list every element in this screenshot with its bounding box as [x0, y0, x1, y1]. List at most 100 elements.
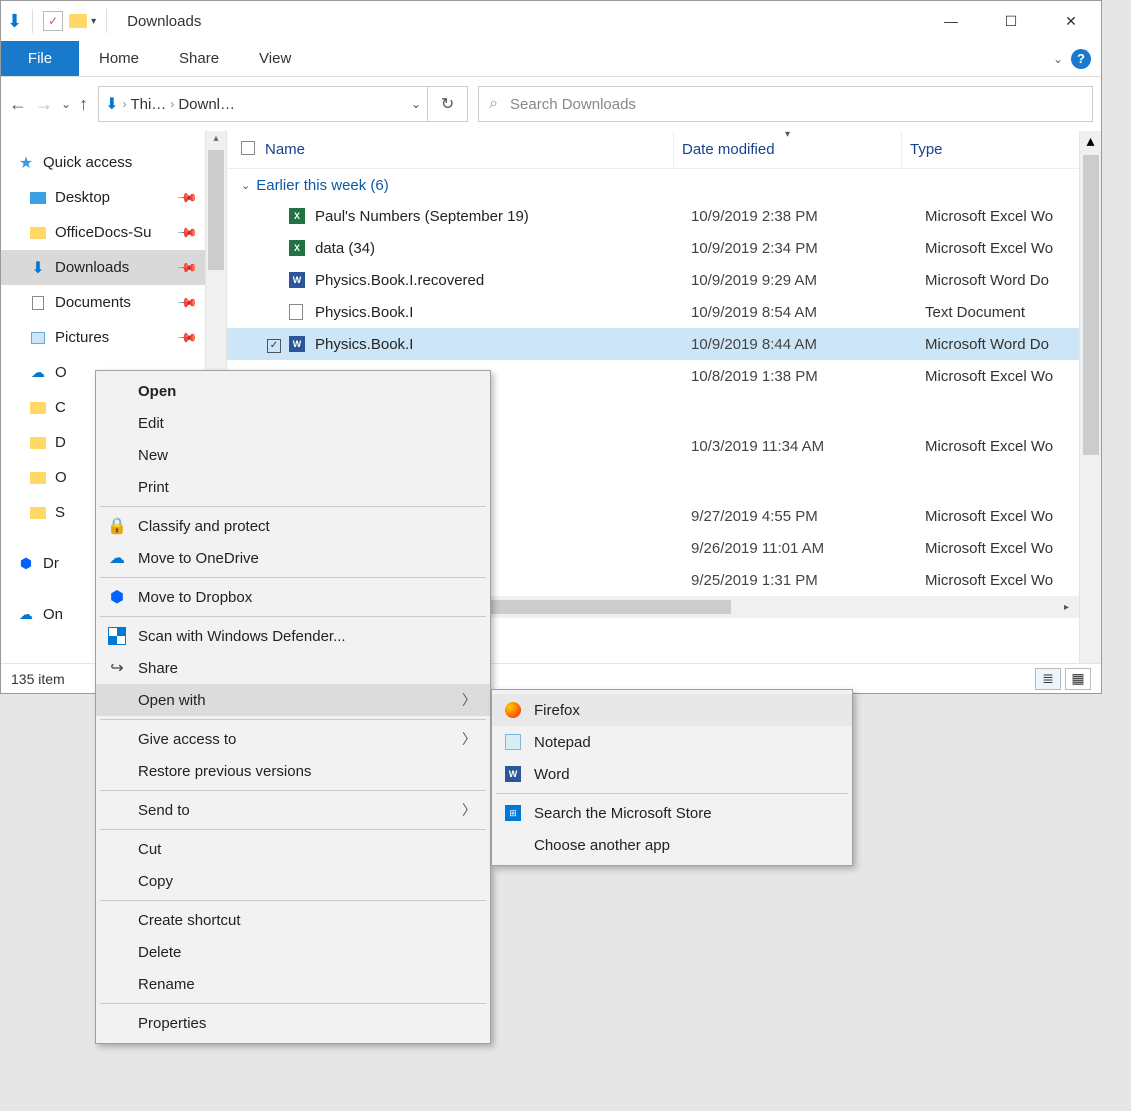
file-type: Microsoft Excel Wo: [925, 368, 1079, 385]
file-type: Microsoft Word Do: [925, 272, 1079, 289]
ctx-restore[interactable]: Restore previous versions: [96, 755, 490, 787]
file-name: Physics.Book.I: [315, 304, 691, 321]
chevron-right-icon[interactable]: ›: [170, 97, 174, 111]
file-type: Text Document: [925, 304, 1079, 321]
sidebar-desktop[interactable]: Desktop📌: [1, 180, 205, 215]
address-bar[interactable]: ⬇ › Thi… › Downl… ⌄: [98, 86, 428, 122]
word-icon: W: [502, 766, 524, 782]
file-row[interactable]: Xdata (34)10/9/2019 2:34 PMMicrosoft Exc…: [227, 232, 1079, 264]
ctx-edit[interactable]: Edit: [96, 407, 490, 439]
sidebar-documents[interactable]: Documents📌: [1, 285, 205, 320]
breadcrumb-pc[interactable]: Thi…: [130, 96, 166, 113]
ctx-rename[interactable]: Rename: [96, 968, 490, 1000]
thumbnails-view-button[interactable]: ▦: [1065, 668, 1091, 690]
downloads-arrow-icon: ⬇: [105, 94, 118, 114]
ctx-give-access[interactable]: Give access to〉: [96, 723, 490, 755]
ctx-open-with[interactable]: Open with〉: [96, 684, 490, 716]
file-list-scrollbar[interactable]: ▴: [1079, 131, 1101, 663]
home-tab[interactable]: Home: [79, 41, 159, 76]
minimize-button[interactable]: —: [921, 1, 981, 41]
ctx-send-to[interactable]: Send to〉: [96, 794, 490, 826]
ribbon: File Home Share View ⌄ ?: [1, 41, 1101, 77]
file-row[interactable]: WPhysics.Book.I.recovered10/9/2019 9:29 …: [227, 264, 1079, 296]
row-checkbox[interactable]: ✓: [267, 339, 281, 353]
file-row[interactable]: ✓WPhysics.Book.I10/9/2019 8:44 AMMicroso…: [227, 328, 1079, 360]
file-type: Microsoft Excel Wo: [925, 540, 1079, 557]
sidebar-downloads[interactable]: ⬇Downloads📌: [1, 250, 205, 285]
history-dropdown-icon[interactable]: ⌄: [61, 97, 71, 111]
properties-icon[interactable]: ✓: [43, 11, 63, 31]
ctx-new[interactable]: New: [96, 439, 490, 471]
file-type: Microsoft Excel Wo: [925, 508, 1079, 525]
ribbon-collapse-icon[interactable]: ⌄: [1053, 52, 1063, 66]
openwith-firefox[interactable]: Firefox: [492, 694, 852, 726]
close-button[interactable]: ✕: [1041, 1, 1101, 41]
search-placeholder: Search Downloads: [510, 96, 636, 113]
chevron-right-icon[interactable]: ›: [122, 97, 126, 111]
group-header[interactable]: ⌄ Earlier this week (6): [227, 169, 1079, 200]
firefox-icon: [502, 702, 524, 718]
sidebar-quick-access[interactable]: ★Quick access: [1, 145, 205, 180]
item-count: 135 item: [11, 671, 65, 687]
sidebar-pictures[interactable]: Pictures📌: [1, 320, 205, 355]
search-input[interactable]: ⌕ Search Downloads: [478, 86, 1093, 122]
onedrive-icon: ☁: [106, 548, 128, 568]
ctx-defender[interactable]: Scan with Windows Defender...: [96, 620, 490, 652]
notepad-icon: [502, 734, 524, 750]
ctx-classify[interactable]: 🔒Classify and protect: [96, 510, 490, 542]
ctx-onedrive[interactable]: ☁Move to OneDrive: [96, 542, 490, 574]
share-tab[interactable]: Share: [159, 41, 239, 76]
column-name[interactable]: Name: [265, 141, 673, 158]
pin-icon: 📌: [176, 291, 199, 314]
search-icon: ⌕: [489, 95, 498, 113]
ctx-properties[interactable]: Properties: [96, 1007, 490, 1039]
ctx-copy[interactable]: Copy: [96, 865, 490, 897]
folder-icon: [69, 14, 87, 28]
file-tab[interactable]: File: [1, 41, 79, 76]
openwith-word[interactable]: WWord: [492, 758, 852, 790]
file-name: Physics.Book.I: [315, 336, 691, 353]
file-name: Paul's Numbers (September 19): [315, 208, 691, 225]
titlebar: ⬇ ✓ ▾ Downloads — ☐ ✕: [1, 1, 1101, 41]
file-type: Microsoft Excel Wo: [925, 208, 1079, 225]
ctx-open[interactable]: Open: [96, 375, 490, 407]
ctx-print[interactable]: Print: [96, 471, 490, 503]
down-arrow-icon[interactable]: ⬇: [7, 11, 22, 32]
address-dropdown-icon[interactable]: ⌄: [411, 97, 421, 111]
column-type[interactable]: Type: [901, 131, 1079, 168]
qat-dropdown-icon[interactable]: ▾: [91, 16, 96, 27]
details-view-button[interactable]: ≣: [1035, 668, 1061, 690]
openwith-notepad[interactable]: Notepad: [492, 726, 852, 758]
dropbox-icon: ⬢: [106, 587, 128, 607]
sidebar-officedocs[interactable]: OfficeDocs-Su📌: [1, 215, 205, 250]
file-type: Microsoft Excel Wo: [925, 572, 1079, 589]
help-icon[interactable]: ?: [1071, 49, 1091, 69]
column-date[interactable]: ▾Date modified: [673, 131, 901, 168]
ctx-share[interactable]: ↪Share: [96, 652, 490, 684]
defender-icon: [106, 627, 128, 645]
view-tab[interactable]: View: [239, 41, 311, 76]
file-date: 9/27/2019 4:55 PM: [691, 508, 925, 525]
file-date: 10/9/2019 8:44 AM: [691, 336, 925, 353]
up-button[interactable]: ↑: [79, 94, 88, 115]
maximize-button[interactable]: ☐: [981, 1, 1041, 41]
openwith-choose[interactable]: Choose another app: [492, 829, 852, 861]
back-button[interactable]: ←: [9, 94, 27, 115]
submenu-arrow-icon: 〉: [462, 690, 476, 710]
breadcrumb-folder[interactable]: Downl…: [178, 96, 235, 113]
file-row[interactable]: XPaul's Numbers (September 19)10/9/2019 …: [227, 200, 1079, 232]
select-all-checkbox[interactable]: [241, 141, 255, 155]
lock-icon: 🔒: [106, 516, 128, 536]
share-icon: ↪: [106, 658, 128, 678]
pin-icon: 📌: [176, 186, 199, 209]
file-type: Microsoft Excel Wo: [925, 240, 1079, 257]
ctx-cut[interactable]: Cut: [96, 833, 490, 865]
ctx-dropbox[interactable]: ⬢Move to Dropbox: [96, 581, 490, 613]
file-row[interactable]: Physics.Book.I10/9/2019 8:54 AMText Docu…: [227, 296, 1079, 328]
word-icon: W: [289, 336, 305, 352]
openwith-store[interactable]: ⊞Search the Microsoft Store: [492, 797, 852, 829]
submenu-arrow-icon: 〉: [462, 729, 476, 749]
ctx-shortcut[interactable]: Create shortcut: [96, 904, 490, 936]
ctx-delete[interactable]: Delete: [96, 936, 490, 968]
refresh-button[interactable]: ↻: [428, 86, 468, 122]
